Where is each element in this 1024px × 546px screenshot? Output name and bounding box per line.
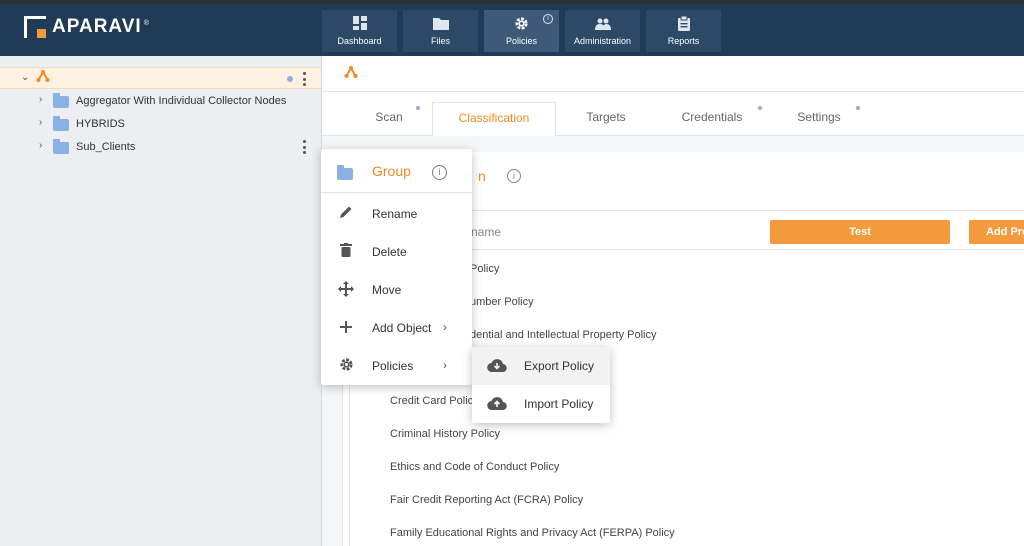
root-node-icon	[36, 69, 50, 86]
top-header: APARAVI ® Dashboard Files i Policies Adm…	[0, 0, 1024, 56]
nav-administration[interactable]: Administration	[565, 10, 640, 52]
list-item[interactable]: Policy	[470, 263, 499, 275]
nav-policies[interactable]: i Policies	[484, 10, 559, 52]
aparavi-logo[interactable]: APARAVI ®	[24, 16, 149, 38]
tab-classification[interactable]: Classification	[432, 102, 556, 136]
kebab-menu-icon[interactable]	[303, 140, 307, 154]
tree-item-hybrids[interactable]: › HYBRIDS	[0, 113, 321, 135]
gear-icon	[514, 16, 529, 34]
tab-status-dot	[856, 106, 860, 110]
dashboard-icon	[352, 16, 367, 34]
chevron-right-icon[interactable]: ›	[39, 94, 42, 105]
list-item[interactable]: Criminal History Policy	[390, 428, 500, 440]
cloud-upload-icon	[487, 396, 507, 412]
plus-icon	[337, 319, 355, 337]
sidebar-tree: ⌄ › Aggregator With Individual Collector…	[0, 56, 322, 546]
menu-item-delete[interactable]: Delete	[321, 233, 472, 271]
tabs-bar: Scan Classification Targets Credentials …	[322, 92, 1024, 136]
nav-administration-label: Administration	[573, 36, 632, 46]
nav-policies-label: Policies	[505, 36, 537, 46]
tree-item-sub-clients[interactable]: › Sub_Clients	[0, 136, 321, 158]
folder-icon	[53, 139, 69, 154]
tree-item-aggregator[interactable]: › Aggregator With Individual Collector N…	[0, 90, 321, 112]
folder-icon	[53, 116, 69, 131]
kebab-menu-icon[interactable]	[303, 72, 307, 86]
chevron-right-icon: ›	[443, 320, 447, 334]
nav-files-label: Files	[430, 36, 450, 46]
test-button[interactable]: Test	[770, 220, 950, 244]
list-item[interactable]: Credit Card Polic	[390, 395, 473, 407]
logo-trademark: ®	[143, 19, 149, 27]
cloud-download-icon	[487, 358, 507, 374]
tree-item-label: HYBRIDS	[76, 118, 125, 130]
list-item[interactable]: dential and Intellectual Property Policy	[470, 329, 657, 341]
trash-icon	[337, 243, 355, 261]
nav-files[interactable]: Files	[403, 10, 478, 52]
users-icon	[594, 16, 611, 34]
root-node-icon[interactable]	[344, 65, 358, 82]
chevron-right-icon[interactable]: ›	[39, 117, 42, 128]
menu-item-rename[interactable]: Rename	[321, 195, 472, 233]
menu-item-label: Policies	[372, 359, 414, 373]
add-preset-button[interactable]: Add Pre	[969, 220, 1024, 244]
folder-icon	[53, 93, 69, 108]
menu-item-label: Import Policy	[524, 397, 594, 411]
logo-mark-icon	[24, 16, 46, 38]
header-topline	[0, 0, 1024, 4]
nav-dashboard-label: Dashboard	[337, 36, 382, 46]
menu-item-label: Rename	[372, 207, 418, 221]
tab-scan[interactable]: Scan	[356, 102, 422, 136]
main-nav: Dashboard Files i Policies Administratio…	[322, 10, 721, 52]
menu-item-label: Move	[372, 283, 402, 297]
context-menu-header: Group i	[321, 149, 472, 193]
info-icon[interactable]: i	[432, 165, 447, 180]
nav-reports-label: Reports	[667, 36, 700, 46]
move-icon	[337, 281, 355, 299]
breadcrumb	[322, 56, 1024, 92]
menu-item-import-policy[interactable]: Import Policy	[472, 385, 610, 423]
chevron-down-icon[interactable]: ⌄	[21, 72, 29, 83]
tab-status-dot	[758, 106, 762, 110]
pencil-icon	[337, 205, 355, 223]
chevron-right-icon[interactable]: ›	[39, 140, 42, 151]
tree-root-node[interactable]: ⌄	[0, 67, 321, 89]
status-dot	[287, 76, 293, 82]
tab-settings[interactable]: Settings	[784, 102, 854, 136]
list-item[interactable]: umber Policy	[470, 296, 534, 308]
list-item[interactable]: Fair Credit Reporting Act (FCRA) Policy	[390, 494, 583, 506]
nav-reports[interactable]: Reports	[646, 10, 721, 52]
menu-item-move[interactable]: Move	[321, 271, 472, 309]
nav-dashboard[interactable]: Dashboard	[322, 10, 397, 52]
tree-item-label: Sub_Clients	[76, 141, 136, 153]
folder-icon	[337, 165, 353, 180]
menu-item-label: Delete	[372, 245, 407, 259]
menu-item-add-object[interactable]: Add Object ›	[321, 309, 472, 347]
panel-title: n	[478, 168, 486, 184]
info-icon[interactable]: i	[507, 169, 521, 183]
policies-submenu: Export Policy Import Policy	[472, 347, 610, 423]
list-item[interactable]: Family Educational Rights and Privacy Ac…	[390, 527, 675, 539]
chevron-right-icon: ›	[443, 358, 447, 372]
info-icon[interactable]: i	[543, 14, 553, 24]
menu-item-label: Export Policy	[524, 359, 595, 373]
context-menu-title: Group	[372, 163, 411, 179]
tab-status-dot	[416, 106, 420, 110]
menu-item-label: Add Object	[372, 321, 432, 335]
logo-text: APARAVI	[52, 16, 142, 37]
list-item[interactable]: Ethics and Code of Conduct Policy	[390, 461, 559, 473]
folder-icon	[432, 16, 449, 34]
tab-credentials[interactable]: Credentials	[668, 102, 756, 136]
tab-targets[interactable]: Targets	[572, 102, 640, 136]
menu-item-export-policy[interactable]: Export Policy	[472, 347, 610, 385]
gear-icon	[337, 357, 355, 375]
clipboard-icon	[677, 15, 690, 34]
tree-item-label: Aggregator With Individual Collector Nod…	[76, 95, 287, 107]
column-header-name[interactable]: name	[471, 225, 501, 239]
menu-item-policies[interactable]: Policies ›	[321, 347, 472, 385]
group-context-menu: Group i Rename Delete Move Add Object › …	[321, 149, 472, 385]
